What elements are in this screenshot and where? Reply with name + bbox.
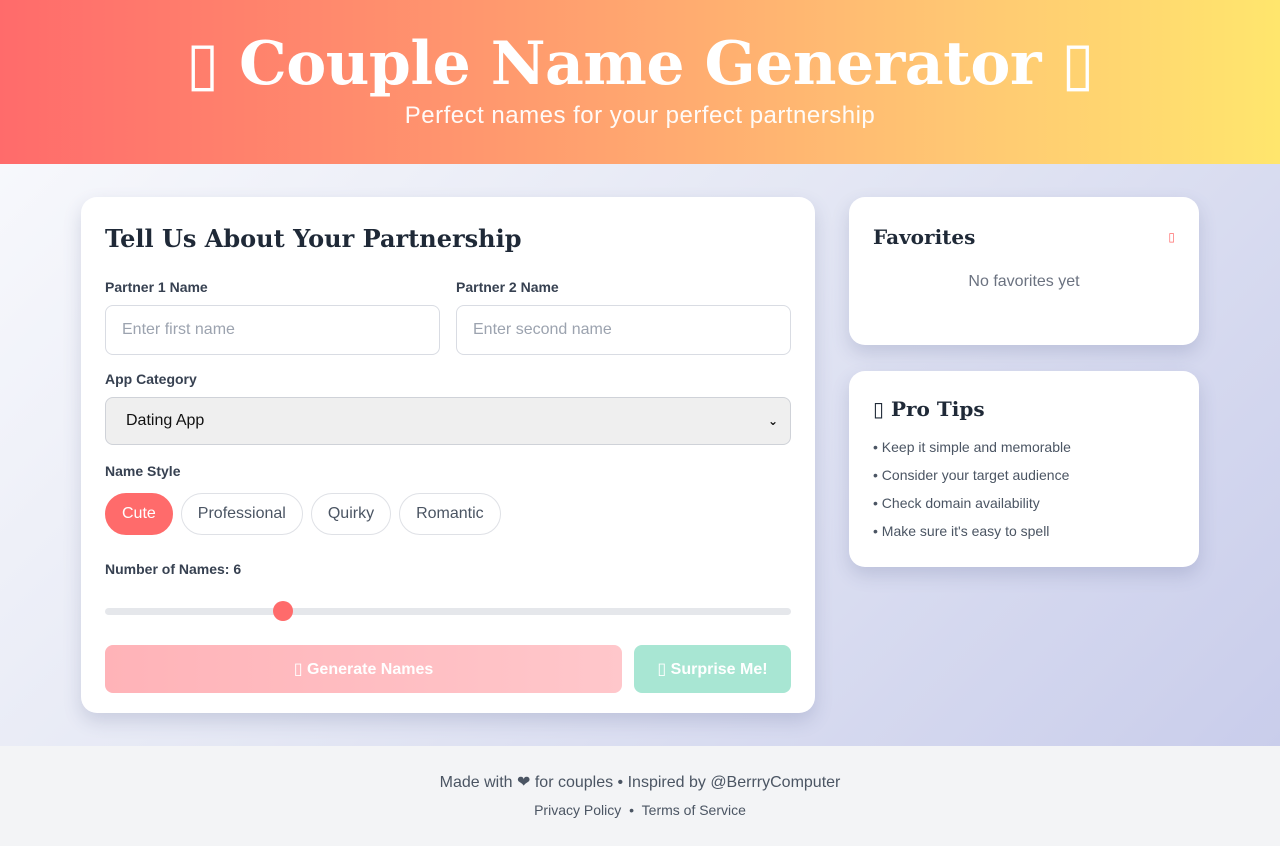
page-subtitle: Perfect names for your perfect partnersh… <box>404 102 876 129</box>
category-group: App Category Dating App ⌄ <box>105 371 791 445</box>
tip-item: • Keep it simple and memorable <box>873 439 1071 455</box>
count-group: Number of Names: 6 <box>105 561 791 621</box>
pro-tips-card: ▯ Pro Tips • Keep it simple and memorabl… <box>849 371 1199 567</box>
favorites-header: Favorites ▯ <box>873 223 1175 251</box>
page-title: ▯ Couple Name Generator ▯ <box>0 28 1280 100</box>
footer-separator: • <box>629 802 635 818</box>
slider-track[interactable] <box>105 608 791 615</box>
tip-item: • Make sure it's easy to spell <box>873 523 1050 539</box>
partner2-input[interactable]: Enter second name <box>456 305 791 355</box>
category-label: App Category <box>105 371 197 387</box>
tips-list: • Keep it simple and memorable • Consider… <box>873 433 1175 545</box>
style-chip-quirky[interactable]: Quirky <box>310 493 392 535</box>
style-chip-professional[interactable]: Professional <box>180 493 303 535</box>
partner1-placeholder: Enter first name <box>122 321 235 338</box>
action-buttons: ▯ Generate Names ▯ Surprise Me! <box>105 645 791 693</box>
category-select[interactable]: Dating App ⌄ <box>105 397 791 445</box>
favorites-icon[interactable]: ▯ <box>1168 230 1175 244</box>
count-label: Number of Names: 6 <box>105 561 242 577</box>
partner1-label: Partner 1 Name <box>105 279 208 295</box>
tip-item: • Consider your target audience <box>873 467 1070 483</box>
form-title: Tell Us About Your Partnership <box>105 224 522 253</box>
main-area: Tell Us About Your Partnership Partner 1… <box>0 164 1280 746</box>
footer-credit: Made with ❤ for couples • Inspired by @B… <box>439 774 841 791</box>
generate-names-button[interactable]: ▯ Generate Names <box>105 645 622 693</box>
favorites-card: Favorites ▯ No favorites yet <box>849 197 1199 345</box>
tip-item: • Check domain availability <box>873 495 1040 511</box>
style-group: Name Style Cute Professional Quirky Romanti… <box>105 463 791 535</box>
partner2-group: Partner 2 Name Enter second name <box>456 279 791 355</box>
terms-of-service-link[interactable]: Terms of Service <box>642 802 746 818</box>
partner1-input[interactable]: Enter first name <box>105 305 440 355</box>
category-selected-value: Dating App <box>126 412 205 429</box>
surprise-me-button[interactable]: ▯ Surprise Me! <box>634 645 791 693</box>
partnership-form-card: Tell Us About Your Partnership Partner 1… <box>81 197 815 713</box>
slider-thumb[interactable] <box>273 601 294 621</box>
tips-title: ▯ Pro Tips <box>873 397 985 421</box>
chevron-down-icon: ⌄ <box>767 414 778 428</box>
partner-names-row: Partner 1 Name Enter first name Partner … <box>105 279 791 355</box>
style-chip-romantic[interactable]: Romantic <box>399 493 501 535</box>
partner2-placeholder: Enter second name <box>473 321 612 338</box>
style-chip-group: Cute Professional Quirky Romantic <box>105 493 791 535</box>
favorites-empty-text: No favorites yet <box>968 273 1080 290</box>
footer-links: Privacy Policy • Terms of Service <box>0 802 1280 818</box>
title-right-icon: ▯ <box>1061 29 1094 99</box>
title-left-icon: ▯ <box>186 29 219 99</box>
count-slider[interactable] <box>105 601 791 621</box>
partner1-group: Partner 1 Name Enter first name <box>105 279 440 355</box>
page-header: ▯ Couple Name Generator ▯ Perfect names … <box>0 0 1280 164</box>
style-label: Name Style <box>105 463 181 479</box>
favorites-title: Favorites <box>873 225 976 249</box>
privacy-policy-link[interactable]: Privacy Policy <box>534 802 621 818</box>
page-footer: Made with ❤ for couples • Inspired by @B… <box>0 746 1280 846</box>
style-chip-cute[interactable]: Cute <box>105 493 173 535</box>
page-title-text: Couple Name Generator <box>238 29 1042 99</box>
partner2-label: Partner 2 Name <box>456 279 559 295</box>
